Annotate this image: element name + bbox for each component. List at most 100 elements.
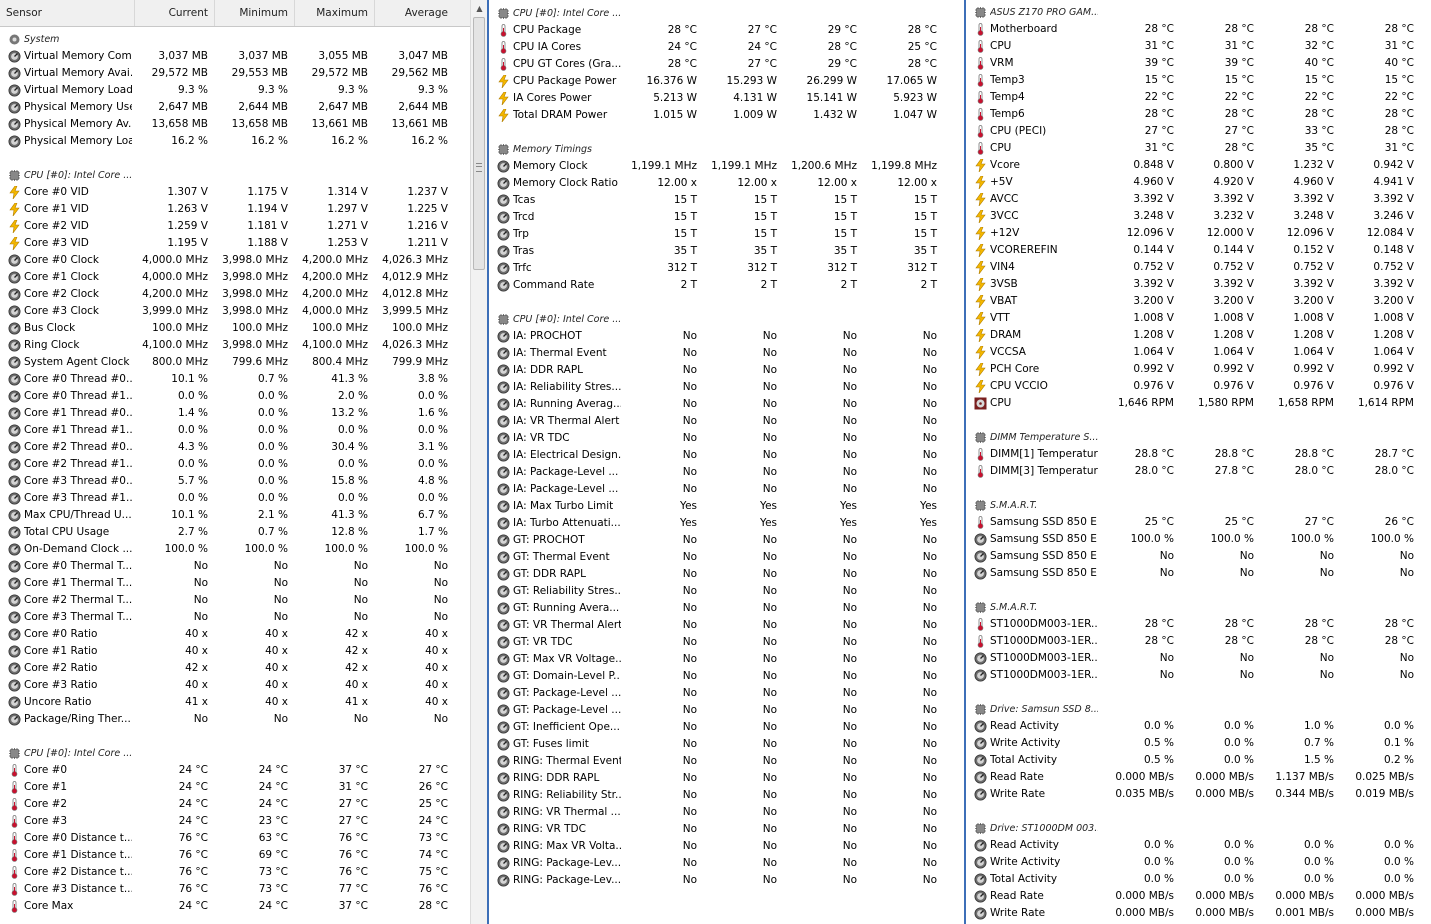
sensor-row[interactable]: Write Activity 0.5 % 0.0 % 0.7 % 0.1 % [966, 735, 1431, 752]
sensor-row[interactable]: Physical Memory Av... 13,658 MB 13,658 MB 1… [0, 116, 470, 133]
sensor-row[interactable]: IA: Package-Level ... No No No No [489, 481, 966, 498]
sensor-row[interactable]: +12V 12.096 V 12.000 V 12.096 V 12.084 V [966, 225, 1431, 242]
sensor-row[interactable]: Core #2 Clock 4,200.0 MHz 3,998.0 MHz 4,200… [0, 286, 470, 303]
sensor-row[interactable]: Memory Clock 1,199.1 MHz 1,199.1 MHz 1,200.… [489, 158, 966, 175]
sensor-row[interactable]: Core #0 24 °C 24 °C 37 °C 27 °C [0, 762, 470, 779]
sensor-row[interactable]: Temp6 28 °C 28 °C 28 °C 28 °C [966, 106, 1431, 123]
sensor-row[interactable]: ST1000DM003-1ER... No No No No [966, 667, 1431, 684]
sensor-row[interactable]: GT: Inefficient Ope... No No No No [489, 719, 966, 736]
sensor-row[interactable]: GT: Domain-Level P... No No No No [489, 668, 966, 685]
sensor-row[interactable]: Ring Clock 4,100.0 MHz 3,998.0 MHz 4,100.0 … [0, 337, 470, 354]
scrollbar-thumb[interactable] [473, 17, 485, 270]
sensor-row[interactable]: Memory Clock Ratio 12.00 x 12.00 x 12.00 x 1… [489, 175, 966, 192]
sensor-row[interactable]: On-Demand Clock ... 100.0 % 100.0 % 100.0 %… [0, 541, 470, 558]
sensor-row[interactable]: Core #1 Clock 4,000.0 MHz 3,998.0 MHz 4,200… [0, 269, 470, 286]
sensor-row[interactable]: Trfc 312 T 312 T 312 T 312 T [489, 260, 966, 277]
sensor-row[interactable]: IA Cores Power 5.213 W 4.131 W 15.141 W 5.92… [489, 90, 966, 107]
sensor-row[interactable]: CPU (PECI) 27 °C 27 °C 33 °C 28 °C [966, 123, 1431, 140]
sensor-row[interactable]: Samsung SSD 850 E... 100.0 % 100.0 % 100.0 … [966, 531, 1431, 548]
sensor-row[interactable]: VRM 39 °C 39 °C 40 °C 40 °C [966, 55, 1431, 72]
sensor-row[interactable]: Motherboard 28 °C 28 °C 28 °C 28 °C [966, 21, 1431, 38]
sensor-row[interactable]: AVCC 3.392 V 3.392 V 3.392 V 3.392 V [966, 191, 1431, 208]
sensor-row[interactable]: Write Activity 0.0 % 0.0 % 0.0 % 0.0 % [966, 854, 1431, 871]
sensor-row[interactable]: IA: Reliability Stres... No No No No [489, 379, 966, 396]
sensor-row[interactable]: GT: Running Avera... No No No No [489, 600, 966, 617]
sensor-group-header[interactable]: CPU [#0]: Intel Core ... [489, 311, 966, 328]
sensor-row[interactable]: Core #3 24 °C 23 °C 27 °C 24 °C [0, 813, 470, 830]
sensor-row[interactable]: DIMM[1] Temperature 28.8 °C 28.8 °C 28.8 °C… [966, 446, 1431, 463]
sensor-row[interactable]: Core #1 24 °C 24 °C 31 °C 26 °C [0, 779, 470, 796]
vertical-scrollbar[interactable]: ▲ [470, 0, 488, 924]
header-average[interactable]: Average [374, 0, 454, 26]
sensor-row[interactable]: RING: DDR RAPL No No No No [489, 770, 966, 787]
sensor-row[interactable]: Virtual Memory Load 9.3 % 9.3 % 9.3 % 9.3 % [0, 82, 470, 99]
sensor-row[interactable]: IA: DDR RAPL No No No No [489, 362, 966, 379]
sensor-row[interactable]: IA: VR Thermal Alert No No No No [489, 413, 966, 430]
sensor-row[interactable]: Core #2 Thread #0... 4.3 % 0.0 % 30.4 % 3.1 … [0, 439, 470, 456]
sensor-row[interactable]: Write Rate 0.000 MB/s 0.000 MB/s 0.001 MB/s… [966, 905, 1431, 922]
sensor-group-header[interactable]: CPU [#0]: Intel Core ... [0, 745, 470, 762]
sensor-row[interactable]: Total Activity 0.0 % 0.0 % 0.0 % 0.0 % [966, 871, 1431, 888]
sensor-row[interactable]: Core #0 VID 1.307 V 1.175 V 1.314 V 1.237 V [0, 184, 470, 201]
sensor-row[interactable]: Core #1 VID 1.263 V 1.194 V 1.297 V 1.225 V [0, 201, 470, 218]
sensor-row[interactable]: ST1000DM003-1ER... No No No No [966, 650, 1431, 667]
sensor-row[interactable]: GT: Fuses limit No No No No [489, 736, 966, 753]
sensor-row[interactable]: Bus Clock 100.0 MHz 100.0 MHz 100.0 MHz 100.… [0, 320, 470, 337]
sensor-row[interactable]: Tras 35 T 35 T 35 T 35 T [489, 243, 966, 260]
sensor-row[interactable]: Physical Memory Load 16.2 % 16.2 % 16.2 % 16… [0, 133, 470, 150]
sensor-row[interactable]: Core #3 Thread #1... 0.0 % 0.0 % 0.0 % 0.0 % [0, 490, 470, 507]
sensor-row[interactable]: Core #1 Thermal T... No No No No [0, 575, 470, 592]
sensor-row[interactable]: Core #2 Distance t... 76 °C 73 °C 76 °C 75 °… [0, 864, 470, 881]
sensor-row[interactable]: Core #3 VID 1.195 V 1.188 V 1.253 V 1.211 V [0, 235, 470, 252]
sensor-row[interactable]: Core #1 Thread #0... 1.4 % 0.0 % 13.2 % 1.6 … [0, 405, 470, 422]
sensor-row[interactable]: CPU 31 °C 31 °C 32 °C 31 °C [966, 38, 1431, 55]
sensor-row[interactable]: Total DRAM Power 1.015 W 1.009 W 1.432 W 1.0… [489, 107, 966, 124]
sensor-row[interactable]: 3VSB 3.392 V 3.392 V 3.392 V 3.392 V [966, 276, 1431, 293]
scroll-up-arrow-icon[interactable]: ▲ [471, 0, 488, 17]
sensor-row[interactable]: Core #2 24 °C 24 °C 27 °C 25 °C [0, 796, 470, 813]
sensor-row[interactable]: RING: Thermal Event No No No No [489, 753, 966, 770]
sensor-row[interactable]: IA: VR TDC No No No No [489, 430, 966, 447]
sensor-row[interactable]: IA: Running Averag... No No No No [489, 396, 966, 413]
sensor-row[interactable]: Max CPU/Thread U... 10.1 % 2.1 % 41.3 % 6.7 … [0, 507, 470, 524]
sensor-row[interactable]: ST1000DM003-1ER... 28 °C 28 °C 28 °C 28 °C [966, 616, 1431, 633]
sensor-row[interactable]: Tcas 15 T 15 T 15 T 15 T [489, 192, 966, 209]
sensor-row[interactable]: CPU Package Power 16.376 W 15.293 W 26.299 … [489, 73, 966, 90]
sensor-group-header[interactable]: DIMM Temperature S... [966, 429, 1431, 446]
sensor-row[interactable]: Read Activity 0.0 % 0.0 % 1.0 % 0.0 % [966, 718, 1431, 735]
sensor-row[interactable]: GT: VR TDC No No No No [489, 634, 966, 651]
sensor-row[interactable]: GT: VR Thermal Alert No No No No [489, 617, 966, 634]
sensor-row[interactable]: Core #2 Thermal T... No No No No [0, 592, 470, 609]
sensor-row[interactable]: Core #1 Thread #1... 0.0 % 0.0 % 0.0 % 0.0 % [0, 422, 470, 439]
sensor-row[interactable]: GT: Package-Level ... No No No No [489, 685, 966, 702]
sensor-row[interactable]: Trp 15 T 15 T 15 T 15 T [489, 226, 966, 243]
sensor-row[interactable]: IA: Package-Level ... No No No No [489, 464, 966, 481]
sensor-group-header[interactable]: S.M.A.R.T. [966, 497, 1431, 514]
header-sensor[interactable]: Sensor [0, 7, 134, 19]
sensor-row[interactable]: IA: Electrical Design... No No No No [489, 447, 966, 464]
sensor-row[interactable]: GT: Reliability Stres... No No No No [489, 583, 966, 600]
header-maximum[interactable]: Maximum [294, 0, 374, 26]
sensor-group-header[interactable]: Drive: ST1000DM 003... [966, 820, 1431, 837]
sensor-row[interactable]: RING: Max VR Volta... No No No No [489, 838, 966, 855]
sensor-row[interactable]: Total Activity 0.5 % 0.0 % 1.5 % 0.2 % [966, 752, 1431, 769]
sensor-row[interactable]: IA: PROCHOT No No No No [489, 328, 966, 345]
sensor-group-header[interactable]: ASUS Z170 PRO GAM... [966, 4, 1431, 21]
sensor-row[interactable]: VTT 1.008 V 1.008 V 1.008 V 1.008 V [966, 310, 1431, 327]
sensor-row[interactable]: CPU GT Cores (Gra... 28 °C 27 °C 29 °C 28 °C [489, 56, 966, 73]
sensor-row[interactable]: Core #3 Ratio 40 x 40 x 40 x 40 x [0, 677, 470, 694]
sensor-row[interactable]: Core #2 Thread #1... 0.0 % 0.0 % 0.0 % 0.0 % [0, 456, 470, 473]
sensor-row[interactable]: +5V 4.960 V 4.920 V 4.960 V 4.941 V [966, 174, 1431, 191]
sensor-row[interactable]: Core #0 Thermal T... No No No No [0, 558, 470, 575]
header-current[interactable]: Current [134, 0, 214, 26]
sensor-row[interactable]: Core #3 Thermal T... No No No No [0, 609, 470, 626]
sensor-row[interactable]: CPU 31 °C 28 °C 35 °C 31 °C [966, 140, 1431, 157]
sensor-row[interactable]: Trcd 15 T 15 T 15 T 15 T [489, 209, 966, 226]
sensor-row[interactable]: DIMM[3] Temperature 28.0 °C 27.8 °C 28.0 °C… [966, 463, 1431, 480]
sensor-row[interactable]: IA: Thermal Event No No No No [489, 345, 966, 362]
sensor-row[interactable]: Core #0 Thread #1... 0.0 % 0.0 % 2.0 % 0.0 % [0, 388, 470, 405]
sensor-group-header[interactable]: CPU [#0]: Intel Core ... [489, 5, 966, 22]
sensor-row[interactable]: Temp3 15 °C 15 °C 15 °C 15 °C [966, 72, 1431, 89]
sensor-row[interactable]: Read Activity 0.0 % 0.0 % 0.0 % 0.0 % [966, 837, 1431, 854]
sensor-group-header[interactable]: CPU [#0]: Intel Core ... [0, 167, 470, 184]
